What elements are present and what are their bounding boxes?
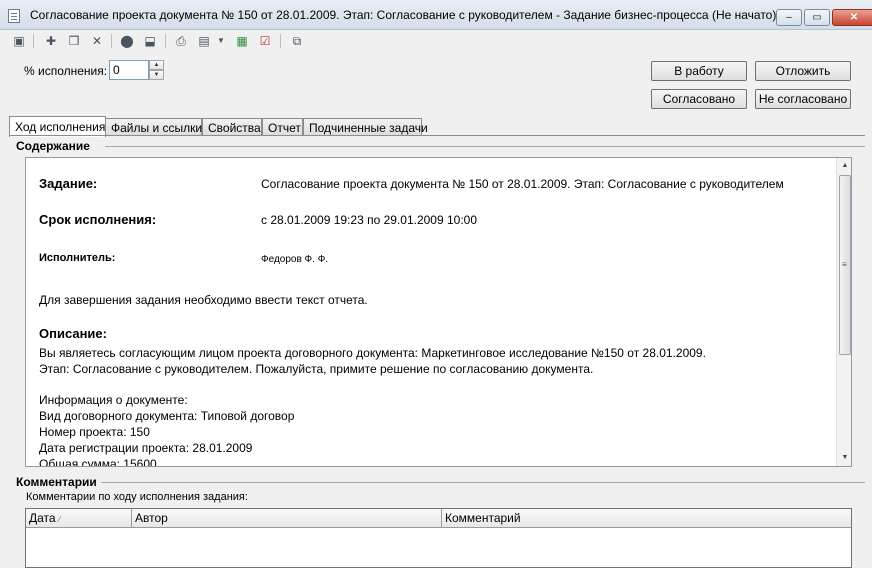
- column-comment[interactable]: Комментарий: [442, 509, 851, 527]
- task-label: Задание:: [39, 176, 98, 191]
- doc-info-line: Общая сумма: 15600: [39, 457, 157, 466]
- content-section-title: Содержание: [16, 139, 90, 153]
- comments-label: Комментарии по ходу исполнения задания:: [26, 491, 248, 503]
- close-button[interactable]: ✕: [832, 9, 872, 26]
- tab-properties[interactable]: Свойства: [202, 118, 262, 136]
- checklist-icon[interactable]: ☑: [257, 33, 273, 49]
- task-value: Согласование проекта документа № 150 от …: [261, 177, 784, 191]
- document-icon[interactable]: ▤: [196, 33, 212, 49]
- section-divider: [101, 482, 865, 483]
- structure-icon[interactable]: ⧉: [289, 33, 305, 49]
- window-title: Согласование проекта документа № 150 от …: [30, 8, 777, 22]
- column-date[interactable]: Дата ⁄: [26, 509, 132, 527]
- toolbar-separator: [33, 34, 34, 48]
- print-icon[interactable]: ⎙: [173, 33, 189, 49]
- save-icon[interactable]: ▣: [11, 33, 27, 49]
- tab-divider: [9, 135, 865, 136]
- scroll-down-icon[interactable]: ▼: [837, 450, 851, 466]
- toolbar-separator: [280, 34, 281, 48]
- grip-icon: ≡: [842, 260, 847, 269]
- to-work-button[interactable]: В работу: [651, 61, 747, 81]
- deadline-label: Срок исполнения:: [39, 212, 157, 227]
- executor-row: Исполнитель: Федоров Ф. Ф.: [39, 252, 836, 292]
- postpone-button[interactable]: Отложить: [755, 61, 851, 81]
- spin-down-icon[interactable]: ▼: [149, 70, 164, 80]
- percent-input[interactable]: 0: [109, 60, 149, 80]
- maximize-button[interactable]: ▭: [804, 9, 830, 26]
- description-line: Вы являетесь согласующим лицом проекта д…: [39, 346, 706, 360]
- tab-progress[interactable]: Ход исполнения: [9, 116, 106, 137]
- toolbar: ▣ ✚ ❐ ✕ ⬤ ⬓ ⎙ ▤ ▼ ▦ ☑ ⧉: [0, 31, 872, 51]
- document-icon: [8, 9, 20, 23]
- content-text: Задание: Согласование проекта документа …: [26, 158, 836, 466]
- percent-label: % исполнения:: [24, 64, 108, 78]
- tab-report[interactable]: Отчет: [262, 118, 303, 136]
- column-date-label: Дата: [29, 511, 56, 525]
- post-icon[interactable]: ⬤: [119, 33, 135, 49]
- copy-icon[interactable]: ❐: [66, 33, 82, 49]
- comments-table[interactable]: Дата ⁄ Автор Комментарий: [25, 508, 852, 568]
- task-row: Задание: Согласование проекта документа …: [39, 176, 836, 212]
- toolbar-separator: [165, 34, 166, 48]
- comments-section-title: Комментарии: [16, 475, 97, 489]
- comments-table-header: Дата ⁄ Автор Комментарий: [26, 509, 851, 528]
- approved-button[interactable]: Согласовано: [651, 89, 747, 109]
- description-line: Этап: Согласование с руководителем. Пожа…: [39, 362, 594, 376]
- tab-subtasks[interactable]: Подчиненные задачи: [303, 118, 428, 136]
- delete-icon[interactable]: ✕: [89, 33, 105, 49]
- doc-info-line: Вид договорного документа: Типовой догов…: [39, 409, 295, 423]
- section-divider: [105, 146, 865, 147]
- toolbar-separator: [111, 34, 112, 48]
- not-approved-button[interactable]: Не согласовано: [755, 89, 851, 109]
- deadline-row: Срок исполнения: с 28.01.2009 19:23 по 2…: [39, 212, 836, 252]
- report-note: Для завершения задания необходимо ввести…: [39, 293, 368, 307]
- excel-icon[interactable]: ▦: [234, 33, 250, 49]
- spin-up-icon[interactable]: ▲: [149, 60, 164, 70]
- doc-info-line: Номер проекта: 150: [39, 425, 150, 439]
- title-bar: Согласование проекта документа № 150 от …: [0, 0, 872, 30]
- sort-icon: ⁄: [58, 515, 61, 524]
- minimize-button[interactable]: ‒: [776, 9, 802, 26]
- scroll-thumb[interactable]: ≡: [839, 175, 851, 355]
- unpost-icon[interactable]: ⬓: [142, 33, 158, 49]
- description-label: Описание:: [39, 326, 107, 341]
- tab-files-links[interactable]: Файлы и ссылки: [105, 118, 202, 136]
- executor-value: Федоров Ф. Ф.: [261, 254, 329, 265]
- doc-info-line: Дата регистрации проекта: 28.01.2009: [39, 441, 253, 455]
- dropdown-icon[interactable]: ▼: [216, 33, 226, 49]
- content-scrollbar[interactable]: ▲ ≡ ▼: [836, 158, 851, 466]
- column-author[interactable]: Автор: [132, 509, 442, 527]
- deadline-value: с 28.01.2009 19:23 по 29.01.2009 10:00: [261, 213, 478, 227]
- executor-label: Исполнитель:: [39, 252, 116, 264]
- new-icon[interactable]: ✚: [43, 33, 59, 49]
- doc-info-line: Информация о документе:: [39, 393, 188, 407]
- scroll-up-icon[interactable]: ▲: [837, 158, 851, 174]
- content-panel: Задание: Согласование проекта документа …: [25, 157, 852, 467]
